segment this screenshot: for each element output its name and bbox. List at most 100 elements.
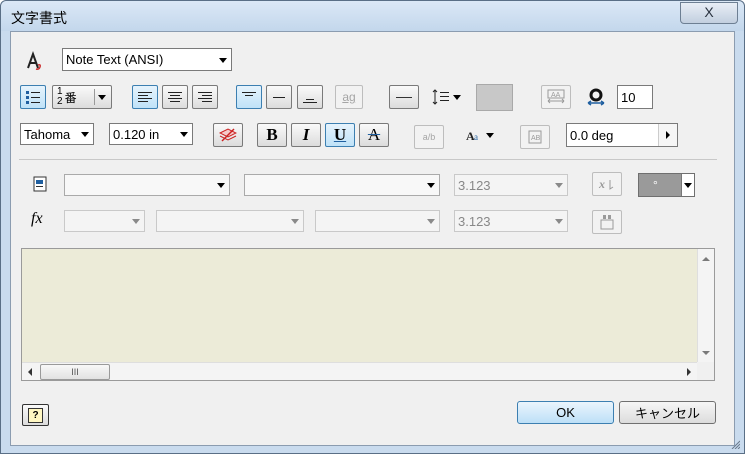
cancel-button[interactable]: キャンセル — [619, 401, 716, 424]
width-scale-input[interactable]: 10 — [617, 85, 653, 109]
chevron-down-icon — [291, 219, 299, 224]
svg-text:x: x — [598, 177, 605, 191]
bold-icon: B — [266, 125, 278, 144]
chevron-down-icon — [485, 132, 494, 138]
layer-icon — [219, 128, 237, 142]
align-right-icon — [198, 90, 212, 104]
dialog-client: Note Text (ANSI) 12 番 ag AA 10 Tahoma 0.… — [10, 31, 735, 446]
svg-text:a: a — [474, 132, 478, 142]
line-icon — [396, 96, 412, 98]
function-precision-select[interactable]: 3.123 — [454, 210, 568, 232]
line-button[interactable] — [389, 85, 419, 109]
insert-function-icon — [600, 215, 614, 230]
align-bottom-icon — [303, 97, 317, 105]
align-left-icon — [138, 90, 152, 104]
align-center-button[interactable] — [162, 85, 188, 109]
scroll-down-icon[interactable] — [702, 351, 710, 355]
width-scale-value: 10 — [621, 89, 636, 105]
rotation-spin-button[interactable] — [658, 124, 677, 146]
font-size-value: 0.120 in — [113, 126, 160, 142]
component-select[interactable] — [64, 174, 230, 196]
function-property-select[interactable] — [315, 210, 440, 232]
text-editor[interactable]: III — [21, 248, 715, 381]
stack-icon: ag — [342, 90, 356, 104]
help-button[interactable]: ? — [22, 404, 49, 426]
function-param-select[interactable] — [64, 210, 145, 232]
precision-select[interactable]: 3.123 — [454, 174, 568, 196]
scroll-thumb[interactable]: III — [40, 364, 110, 380]
strikethrough-button[interactable]: A — [359, 123, 389, 147]
fraction-icon: a/b — [422, 132, 436, 142]
rotation-input[interactable]: 0.0 deg — [566, 123, 678, 147]
insert-symbol-button[interactable]: AB — [520, 125, 550, 149]
align-bottom-button[interactable] — [297, 85, 323, 109]
align-middle-button[interactable] — [266, 85, 292, 109]
chevron-down-icon — [427, 183, 435, 188]
strikethrough-icon: A — [367, 125, 381, 144]
align-middle-icon — [273, 95, 285, 100]
chevron-down-icon — [452, 94, 461, 100]
font-value: Tahoma — [24, 126, 71, 142]
cancel-label: キャンセル — [634, 406, 700, 421]
insert-function-button[interactable] — [592, 210, 622, 234]
bold-button[interactable]: B — [257, 123, 287, 147]
title-bar: 文字書式 X — [1, 1, 744, 31]
vertical-scrollbar[interactable] — [697, 249, 714, 363]
text-style-select[interactable]: Note Text (ANSI) — [62, 48, 232, 71]
svg-text:AB: AB — [531, 135, 541, 142]
help-icon: ? — [28, 407, 43, 423]
numbered-list-label: 番 — [64, 90, 77, 105]
scroll-left-icon[interactable] — [28, 368, 32, 376]
text-case-dropdown[interactable]: Aa — [461, 124, 497, 146]
source-select[interactable] — [244, 174, 440, 196]
align-top-icon — [242, 90, 256, 98]
chevron-down-icon — [81, 132, 89, 137]
text-style-value: Note Text (ANSI) — [66, 52, 164, 67]
function-source-select[interactable] — [156, 210, 304, 232]
chevron-right-icon — [666, 131, 670, 139]
chevron-down-icon — [180, 132, 188, 137]
svg-text:AA: AA — [551, 92, 561, 99]
font-select[interactable]: Tahoma — [20, 123, 94, 145]
line-spacing-dropdown[interactable] — [429, 85, 463, 109]
text-case-icon: Aa — [466, 129, 478, 143]
resize-grip-icon[interactable] — [730, 439, 740, 449]
scroll-up-icon[interactable] — [702, 257, 710, 261]
ok-button[interactable]: OK — [517, 401, 614, 424]
stack-text-button[interactable]: ag — [335, 85, 363, 109]
underline-button[interactable]: U — [325, 123, 355, 147]
color-swatch-button[interactable] — [476, 84, 513, 111]
align-left-button[interactable] — [132, 85, 158, 109]
precision-value: 3.123 — [458, 177, 491, 193]
chevron-down-icon — [555, 183, 563, 188]
stack-fraction-button[interactable]: a/b — [414, 125, 444, 149]
scroll-corner — [697, 362, 714, 380]
fit-text-icon: AA — [547, 89, 565, 104]
layer-button[interactable] — [213, 123, 243, 147]
divider — [19, 159, 717, 160]
scroll-right-icon[interactable] — [687, 368, 691, 376]
symbol-icon: AB — [528, 130, 542, 144]
align-right-button[interactable] — [192, 85, 218, 109]
function-icon: fx — [31, 210, 43, 227]
font-size-select[interactable]: 0.120 in — [109, 123, 193, 145]
bullet-list-button[interactable] — [20, 85, 46, 109]
italic-button[interactable]: I — [291, 123, 321, 147]
close-icon: X — [704, 4, 714, 20]
chevron-down-icon — [217, 183, 225, 188]
horizontal-scrollbar[interactable]: III — [22, 362, 697, 380]
fit-text-button[interactable]: AA — [541, 85, 571, 109]
insert-parameter-button[interactable]: x — [592, 172, 622, 196]
align-center-icon — [168, 90, 182, 104]
underline-icon: U — [333, 125, 347, 144]
align-top-button[interactable] — [236, 85, 262, 109]
insert-parameter-icon: x — [598, 177, 614, 191]
chevron-down-icon — [132, 219, 140, 224]
ok-label: OK — [556, 405, 575, 420]
parameter-icon — [31, 175, 49, 193]
close-button[interactable]: X — [680, 2, 738, 24]
numbered-list-button[interactable]: 12 番 — [52, 85, 112, 109]
chevron-down-icon — [219, 57, 227, 63]
symbol-dropdown[interactable]: ° — [638, 173, 695, 197]
italic-icon: I — [302, 125, 310, 144]
